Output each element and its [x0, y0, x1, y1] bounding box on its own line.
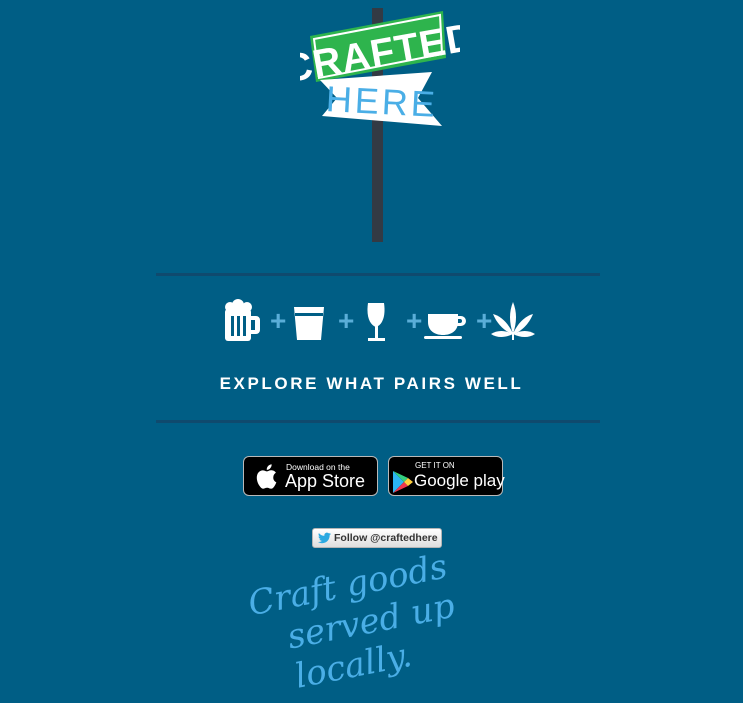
plus-separator: + — [476, 305, 492, 336]
google-play-button[interactable]: GET IT ON Google play — [388, 456, 505, 496]
google-play-small-text: GET IT ON — [415, 461, 455, 470]
google-play-icon — [393, 471, 413, 493]
coffee-cup-icon — [424, 314, 466, 339]
crafted-here-logo: CRAFTED HERE — [300, 8, 460, 242]
tagline: EXPLORE WHAT PAIRS WELL — [219, 374, 524, 393]
app-store-button[interactable]: Download on the App Store — [243, 456, 378, 496]
divider-bottom — [156, 420, 600, 423]
plus-separator: + — [270, 305, 286, 336]
wine-glass-icon — [367, 303, 385, 341]
google-play-big-text: Google play — [414, 471, 505, 490]
plus-separator: + — [338, 305, 354, 336]
pairing-icons-row: + + + + — [225, 299, 535, 341]
slogan: Craft goods served up locally. — [245, 532, 543, 703]
plus-separator: + — [406, 305, 422, 336]
cannabis-leaf-icon — [491, 302, 535, 340]
app-store-big-text: App Store — [285, 471, 366, 491]
twitter-follow-button[interactable]: Follow @craftedhere — [312, 528, 442, 548]
divider-top — [156, 273, 600, 276]
pint-glass-icon — [294, 307, 324, 340]
twitter-follow-label: Follow @craftedhere — [334, 532, 438, 544]
twitter-bird-icon — [318, 532, 331, 544]
beer-icon — [225, 299, 260, 341]
apple-icon — [256, 464, 277, 489]
logo-line2: HERE — [325, 78, 439, 125]
